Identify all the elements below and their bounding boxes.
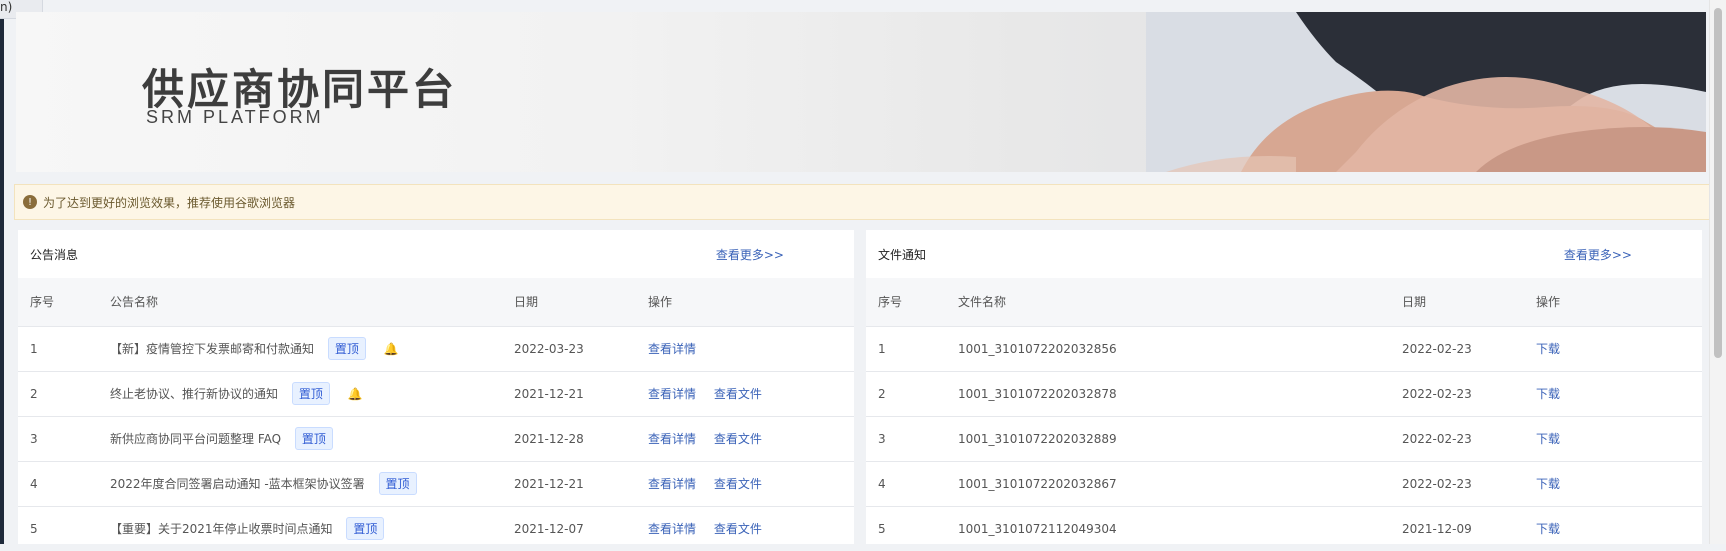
- column-header-name: 文件名称: [958, 295, 1007, 310]
- announcement-title-text: 【新】疫情管控下发票邮寄和付款通知: [110, 342, 315, 356]
- announcement-title: 新供应商协同平台问题整理 FAQ 置顶: [98, 415, 502, 461]
- files-panel: 文件通知 查看更多>> 序号 文件名称 日期 操作 1 1001_3101072…: [866, 230, 1702, 551]
- pin-badge: 置顶: [346, 517, 385, 540]
- column-header-date: 日期: [514, 295, 539, 310]
- view-details-link[interactable]: 查看详情: [648, 522, 696, 536]
- partial-tab-text: n): [0, 0, 13, 14]
- actions-cell: 下载: [1524, 415, 1702, 461]
- table-row: 1 1001_3101072202032856 2022-02-23 下载: [866, 325, 1702, 371]
- table-row: 2 终止老协议、推行新协议的通知 置顶 🔔 2021-12-21 查看详情 查看…: [18, 370, 854, 416]
- announcement-title: 【新】疫情管控下发票邮寄和付款通知 置顶 🔔: [98, 325, 502, 371]
- actions-cell: 查看详情 查看文件: [636, 415, 854, 461]
- announcement-title-text: 【重要】关于2021年停止收票时间点通知: [110, 522, 333, 536]
- bell-icon: 🔔: [383, 342, 399, 356]
- table-row: 4 2022年度合同签署启动通知 -蓝本框架协议签署 置顶 2021-12-21…: [18, 460, 854, 506]
- table-header-row: 序号 文件名称 日期 操作: [866, 278, 1702, 326]
- view-details-link[interactable]: 查看详情: [648, 387, 696, 401]
- alert-text: 为了达到更好的浏览效果，推荐使用谷歌浏览器: [43, 195, 296, 210]
- warning-circle-icon: !: [23, 195, 37, 209]
- actions-cell: 查看详情 查看文件: [636, 370, 854, 416]
- file-name: 1001_3101072202032867: [946, 460, 1390, 506]
- view-details-link[interactable]: 查看详情: [648, 432, 696, 446]
- file-name: 1001_3101072202032856: [946, 325, 1390, 371]
- view-file-link[interactable]: 查看文件: [714, 477, 762, 491]
- pin-badge: 置顶: [378, 472, 417, 495]
- file-date: 2022-02-23: [1390, 370, 1524, 416]
- announcement-title-text: 新供应商协同平台问题整理 FAQ: [110, 432, 282, 446]
- row-number: 2: [866, 370, 946, 416]
- view-details-link[interactable]: 查看详情: [648, 342, 696, 356]
- file-date: 2022-02-23: [1390, 460, 1524, 506]
- column-header-title: 公告名称: [110, 295, 159, 310]
- pin-badge: 置顶: [327, 337, 366, 360]
- column-header-no: 序号: [30, 295, 55, 310]
- view-file-link[interactable]: 查看文件: [714, 432, 762, 446]
- table-row: 3 1001_3101072202032889 2022-02-23 下载: [866, 415, 1702, 461]
- announcement-title-text: 终止老协议、推行新协议的通知: [110, 387, 279, 401]
- file-name: 1001_3101072202032889: [946, 415, 1390, 461]
- announcements-panel: 公告消息 查看更多>> 序号 公告名称 日期 操作 1 【新】疫情管控下发票邮寄…: [18, 230, 854, 551]
- pin-badge: 置顶: [294, 427, 333, 450]
- files-table: 序号 文件名称 日期 操作 1 1001_3101072202032856 20…: [866, 278, 1702, 551]
- row-number: 1: [18, 325, 98, 371]
- download-link[interactable]: 下载: [1536, 477, 1560, 491]
- file-date: 2022-02-23: [1390, 415, 1524, 461]
- row-number: 2: [18, 370, 98, 416]
- column-header-actions: 操作: [648, 295, 673, 310]
- announcement-date: 2021-12-21: [502, 460, 636, 506]
- row-number: 4: [18, 460, 98, 506]
- view-more-link[interactable]: 查看更多>>: [1564, 246, 1632, 263]
- actions-cell: 下载: [1524, 460, 1702, 506]
- table-row: 4 1001_3101072202032867 2022-02-23 下载: [866, 460, 1702, 506]
- actions-cell: 查看详情: [636, 325, 854, 371]
- table-row: 2 1001_3101072202032878 2022-02-23 下载: [866, 370, 1702, 416]
- files-header: 文件通知 查看更多>>: [866, 230, 1702, 278]
- panel-title: 公告消息: [30, 247, 79, 262]
- announcement-date: 2021-12-21: [502, 370, 636, 416]
- row-number: 1: [866, 325, 946, 371]
- download-link[interactable]: 下载: [1536, 432, 1560, 446]
- window-left-edge: [0, 0, 4, 544]
- view-details-link[interactable]: 查看详情: [648, 477, 696, 491]
- column-header-date: 日期: [1402, 295, 1427, 310]
- view-file-link[interactable]: 查看文件: [714, 522, 762, 536]
- actions-cell: 下载: [1524, 370, 1702, 416]
- view-more-link[interactable]: 查看更多>>: [716, 246, 784, 263]
- row-number: 3: [866, 415, 946, 461]
- table-row: 1 【新】疫情管控下发票邮寄和付款通知 置顶 🔔 2022-03-23 查看详情: [18, 325, 854, 371]
- file-date: 2022-02-23: [1390, 325, 1524, 371]
- announcement-title: 终止老协议、推行新协议的通知 置顶 🔔: [98, 370, 502, 416]
- table-header-row: 序号 公告名称 日期 操作: [18, 278, 854, 326]
- table-row: 3 新供应商协同平台问题整理 FAQ 置顶 2021-12-28 查看详情 查看…: [18, 415, 854, 461]
- row-number: 4: [866, 460, 946, 506]
- announcement-date: 2021-12-28: [502, 415, 636, 461]
- scrollbar-thumb[interactable]: [1714, 8, 1722, 358]
- browser-tip-alert: ! 为了达到更好的浏览效果，推荐使用谷歌浏览器: [14, 184, 1712, 220]
- download-link[interactable]: 下载: [1536, 387, 1560, 401]
- actions-cell: 查看详情 查看文件: [636, 460, 854, 506]
- column-header-actions: 操作: [1536, 295, 1561, 310]
- announcement-date: 2022-03-23: [502, 325, 636, 371]
- pin-badge: 置顶: [291, 382, 330, 405]
- hands-illustration: [1146, 12, 1706, 172]
- platform-banner: 供应商协同平台 SRM PLATFORM: [16, 12, 1706, 172]
- download-link[interactable]: 下载: [1536, 342, 1560, 356]
- file-name: 1001_3101072202032878: [946, 370, 1390, 416]
- announcement-title: 2022年度合同签署启动通知 -蓝本框架协议签署 置顶: [98, 460, 502, 506]
- announcement-title-text: 2022年度合同签署启动通知 -蓝本框架协议签署: [110, 477, 365, 491]
- announcements-header: 公告消息 查看更多>>: [18, 230, 854, 278]
- vertical-scrollbar[interactable]: [1709, 0, 1726, 544]
- bell-icon: 🔔: [347, 387, 363, 401]
- announcements-table: 序号 公告名称 日期 操作 1 【新】疫情管控下发票邮寄和付款通知 置顶 🔔 2…: [18, 278, 854, 551]
- panel-title: 文件通知: [878, 247, 927, 262]
- actions-cell: 下载: [1524, 325, 1702, 371]
- column-header-no: 序号: [878, 295, 903, 310]
- banner-subtitle: SRM PLATFORM: [146, 107, 324, 127]
- row-number: 3: [18, 415, 98, 461]
- download-link[interactable]: 下载: [1536, 522, 1560, 536]
- view-file-link[interactable]: 查看文件: [714, 387, 762, 401]
